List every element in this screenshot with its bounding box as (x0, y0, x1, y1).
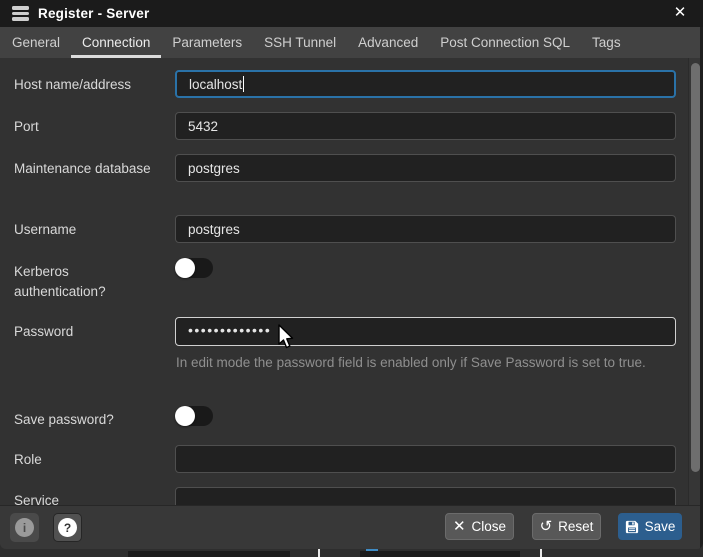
tab-parameters[interactable]: Parameters (161, 27, 253, 58)
info-icon: i (15, 518, 34, 537)
toggle-knob (175, 258, 195, 278)
help-icon: ? (58, 518, 77, 537)
service-input[interactable] (175, 487, 676, 505)
save-password-toggle[interactable] (175, 406, 213, 426)
password-label: Password (14, 322, 164, 342)
kerberos-label: Kerberos authentication? (14, 262, 154, 302)
text-caret (243, 76, 244, 92)
username-label: Username (14, 220, 164, 240)
register-server-dialog: Register - Server ✕ General Connection P… (0, 0, 703, 549)
maintenance-db-label: Maintenance database (14, 159, 164, 179)
close-icon[interactable]: ✕ (670, 3, 690, 23)
reset-undo-icon: ↺ (540, 519, 553, 534)
password-input[interactable]: ••••••••••••• (175, 317, 676, 346)
help-button[interactable]: ? (53, 513, 82, 542)
tab-advanced[interactable]: Advanced (347, 27, 429, 58)
dialog-titlebar[interactable]: Register - Server ✕ (0, 0, 703, 27)
close-button[interactable]: ✕ Close (445, 513, 514, 540)
tab-post-connection-sql[interactable]: Post Connection SQL (429, 27, 581, 58)
tab-connection[interactable]: Connection (71, 27, 161, 58)
service-label: Service (14, 491, 164, 505)
dialog-title: Register - Server (38, 6, 149, 21)
kerberos-toggle[interactable] (175, 258, 213, 278)
server-icon (12, 6, 29, 21)
reset-button[interactable]: ↺ Reset (532, 513, 601, 540)
port-label: Port (14, 117, 164, 137)
scrollbar-track[interactable] (688, 58, 700, 505)
close-x-icon: ✕ (453, 519, 466, 534)
save-password-label: Save password? (14, 410, 174, 430)
role-label: Role (14, 450, 164, 470)
host-label: Host name/address (14, 75, 164, 95)
save-button[interactable]: Save (618, 513, 682, 540)
dialog-tabbar: General Connection Parameters SSH Tunnel… (0, 27, 703, 58)
password-helper-text: In edit mode the password field is enabl… (176, 352, 681, 373)
username-input[interactable]: postgres (175, 215, 676, 243)
toggle-knob (175, 406, 195, 426)
screen: Register - Server ✕ General Connection P… (0, 0, 703, 557)
tab-tags[interactable]: Tags (581, 27, 632, 58)
maintenance-db-input[interactable]: postgres (175, 154, 676, 182)
sql-info-button[interactable]: i (10, 513, 39, 542)
tab-general[interactable]: General (1, 27, 71, 58)
port-input[interactable]: 5432 (175, 112, 676, 140)
connection-form: Host name/address localhost Port 5432 Ma… (0, 58, 700, 505)
underlying-app-bottom-strip (0, 549, 703, 557)
tab-ssh-tunnel[interactable]: SSH Tunnel (253, 27, 347, 58)
floppy-save-icon (625, 520, 639, 534)
host-input[interactable]: localhost (175, 70, 676, 98)
role-input[interactable] (175, 445, 676, 473)
dialog-footer: i ? ✕ Close ↺ Reset (0, 505, 703, 549)
scrollbar-thumb[interactable] (691, 63, 700, 472)
